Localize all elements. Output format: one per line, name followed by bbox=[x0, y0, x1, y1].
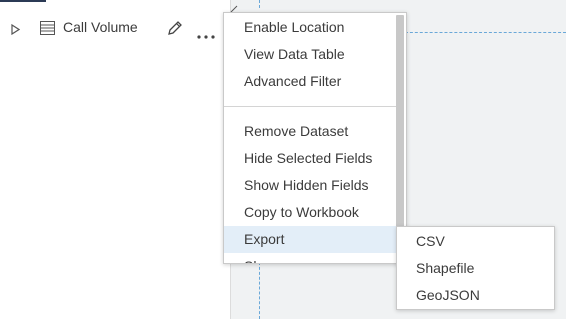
submenu-item-shapefile[interactable]: Shapefile bbox=[397, 255, 554, 282]
card-drop-guide-vertical bbox=[259, 262, 260, 319]
card-drop-guide-top bbox=[259, 0, 260, 8]
export-submenu: CSV Shapefile GeoJSON bbox=[396, 226, 555, 310]
menu-item-export[interactable]: Export bbox=[224, 226, 396, 253]
menu-divider bbox=[224, 106, 396, 107]
menu-item-hide-selected-fields[interactable]: Hide Selected Fields bbox=[224, 145, 396, 172]
ellipsis-icon[interactable] bbox=[197, 26, 215, 44]
caret-right-icon[interactable] bbox=[11, 22, 21, 40]
card-drop-guide bbox=[400, 32, 566, 33]
submenu-item-geojson[interactable]: GeoJSON bbox=[397, 282, 554, 309]
menu-item-remove-dataset[interactable]: Remove Dataset bbox=[224, 118, 396, 145]
table-icon bbox=[40, 21, 55, 40]
menu-item-view-data-table[interactable]: View Data Table bbox=[224, 41, 396, 68]
pencil-icon[interactable] bbox=[166, 19, 184, 42]
submenu-item-csv[interactable]: CSV bbox=[397, 228, 554, 255]
dataset-name[interactable]: Call Volume bbox=[63, 19, 138, 35]
menu-item-show-hidden-fields[interactable]: Show Hidden Fields bbox=[224, 172, 396, 199]
menu-item-share[interactable]: Share bbox=[224, 253, 396, 263]
menu-item-advanced-filter[interactable]: Advanced Filter bbox=[224, 68, 396, 95]
menu-item-copy-to-workbook[interactable]: Copy to Workbook bbox=[224, 199, 396, 226]
menu-scrollbar[interactable] bbox=[396, 15, 404, 233]
menu-item-enable-location[interactable]: Enable Location bbox=[224, 14, 396, 41]
dataset-row[interactable]: Call Volume bbox=[0, 14, 228, 42]
data-panel: Call Volume bbox=[0, 0, 231, 319]
dataset-options-menu: Enable Location View Data Table Advanced… bbox=[223, 12, 407, 264]
top-accent-bar bbox=[0, 0, 46, 2]
